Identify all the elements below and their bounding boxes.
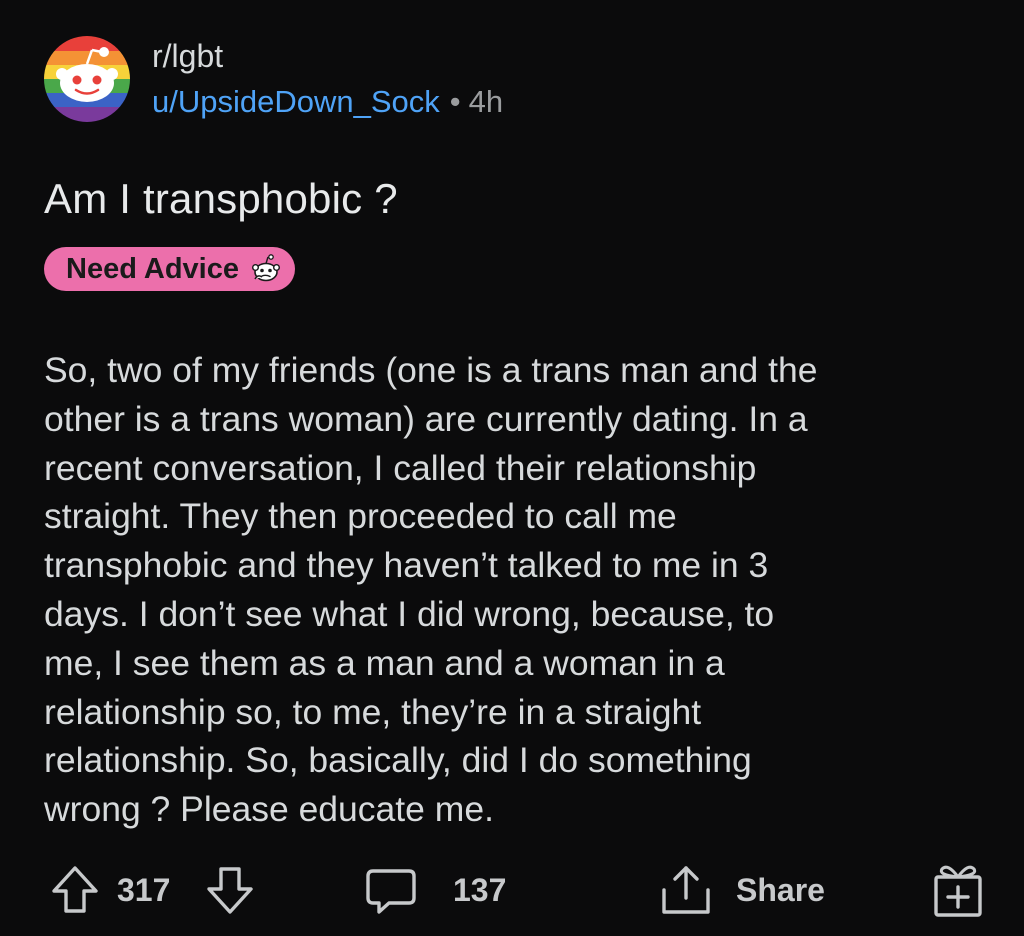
post-action-bar: 317 137 Share xyxy=(0,858,1024,922)
comment-count: 137 xyxy=(453,872,507,908)
post-flair[interactable]: Need Advice xyxy=(44,247,295,291)
author-username[interactable]: u/UpsideDown_Sock xyxy=(152,84,440,119)
post-body-line: straight. They then proceeded to call me xyxy=(44,496,677,537)
post-body-line: wrong ? Please educate me. xyxy=(44,789,494,830)
post-body-line: me, I see them as a man and a woman in a xyxy=(44,642,725,683)
comments-button[interactable]: 137 xyxy=(363,858,506,922)
share-button[interactable]: Share xyxy=(656,858,825,922)
upvote-button[interactable] xyxy=(48,858,102,922)
subreddit-name[interactable]: r/lgbt xyxy=(152,36,223,76)
post-meta: u/UpsideDown_Sock • 4h xyxy=(152,82,503,122)
post-body-line: So, two of my friends (one is a trans ma… xyxy=(44,350,818,390)
vote-count-label: 317 xyxy=(117,872,171,908)
post-body-line: recent conversation, I called their rela… xyxy=(44,447,757,488)
post-body-line: days. I don’t see what I did wrong, beca… xyxy=(44,593,775,634)
award-button[interactable] xyxy=(930,858,986,922)
post-age: 4h xyxy=(468,84,504,119)
arrow-up-icon xyxy=(52,866,98,913)
pride-snoo-icon xyxy=(44,36,130,122)
downvote-button[interactable] xyxy=(203,858,257,922)
meta-separator: • xyxy=(449,84,461,119)
post-body-line: relationship so, to me, they’re in a str… xyxy=(44,691,702,732)
subreddit-avatar[interactable] xyxy=(44,36,130,122)
post-body: So, two of my friends (one is a trans ma… xyxy=(44,346,984,834)
flair-label: Need Advice xyxy=(66,253,239,285)
share-upload-icon xyxy=(662,866,710,914)
gift-box-icon xyxy=(934,865,982,917)
snoo-thinking-icon xyxy=(252,254,281,282)
post-body-line: other is a trans woman) are currently da… xyxy=(44,398,808,439)
vote-count: 317 xyxy=(117,858,170,922)
post-title[interactable]: Am I transphobic ? xyxy=(44,172,398,226)
share-label: Share xyxy=(736,872,825,908)
post-body-line: relationship. So, basically, did I do so… xyxy=(44,740,752,781)
post-body-line: transphobic and they haven’t talked to m… xyxy=(44,545,769,586)
arrow-down-icon xyxy=(207,867,253,914)
comment-bubble-icon xyxy=(366,869,416,914)
post-card: r/lgbt u/UpsideDown_Sock • 4h Am I transph… xyxy=(0,0,1024,936)
